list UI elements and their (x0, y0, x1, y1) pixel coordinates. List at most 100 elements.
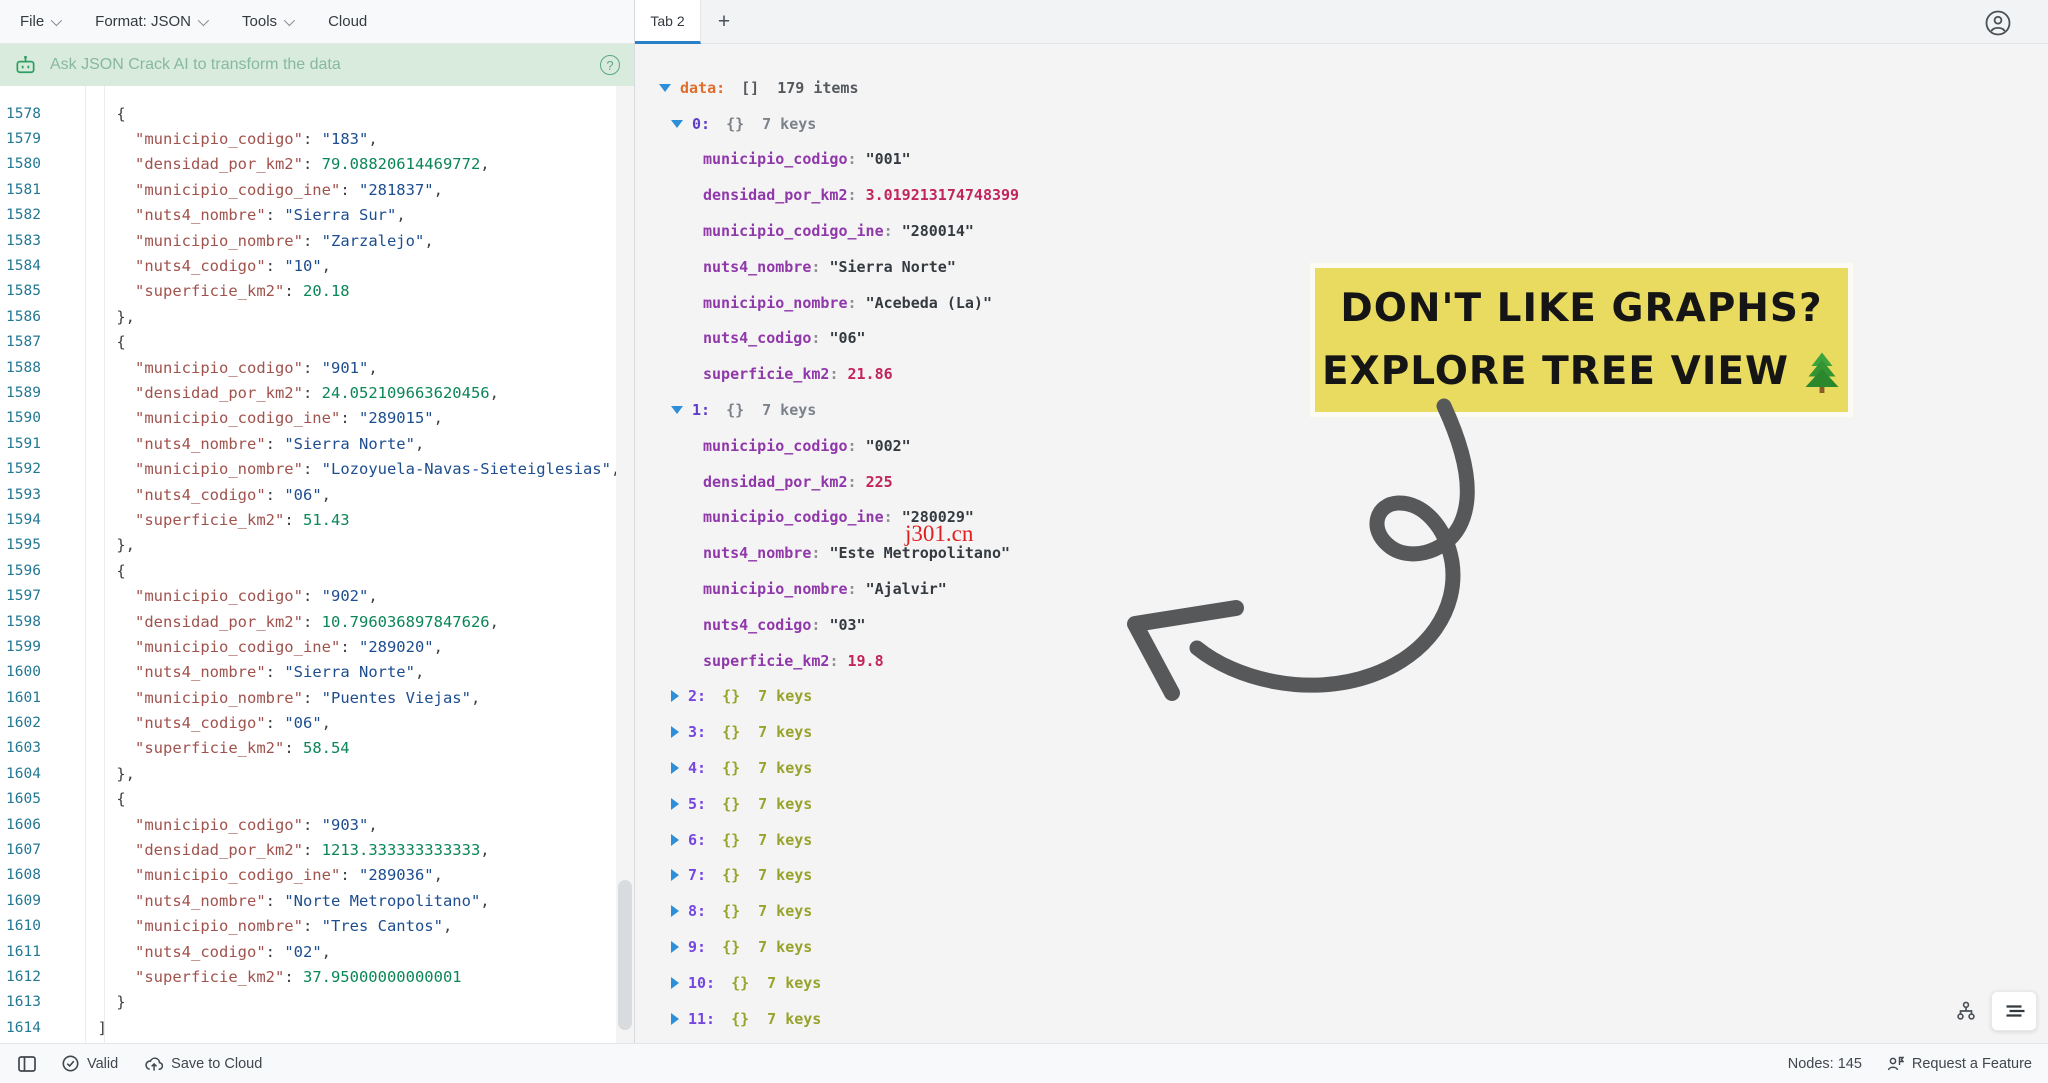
editor-line[interactable]: 1587 { (0, 330, 634, 355)
tree-field-value: "03" (829, 615, 866, 634)
profile-button[interactable] (1984, 9, 2012, 37)
chevron-right-icon[interactable] (671, 976, 679, 989)
chevron-right-icon[interactable] (671, 762, 679, 775)
line-number: 1584 (6, 258, 41, 275)
editor-line[interactable]: 1580 "densidad_por_km2": 79.088206144697… (0, 152, 634, 177)
tree-node-row[interactable]: 8: {} 7 keys (635, 893, 2048, 929)
add-tab-button[interactable]: + (709, 6, 739, 38)
code-text: "municipio_nombre": "Zarzalejo", (135, 231, 434, 250)
editor-line[interactable]: 1595 }, (0, 533, 634, 558)
tree-node-count: 179 items (777, 78, 859, 97)
editor-line[interactable]: 1601 "municipio_nombre": "Puentes Viejas… (0, 685, 634, 710)
chevron-right-icon[interactable] (671, 869, 679, 882)
request-feature-button[interactable]: Request a Feature (1886, 1055, 2032, 1072)
menu-item-cloud[interactable]: Cloud (328, 13, 367, 30)
tree-field-row[interactable]: municipio_codigo_ine: "280029" (635, 500, 2048, 536)
chevron-down-icon[interactable] (659, 83, 671, 92)
ai-banner[interactable]: Ask JSON Crack AI to transform the data … (0, 44, 634, 86)
tree-node-row[interactable]: 6: {} 7 keys (635, 822, 2048, 858)
editor-line[interactable]: 1586 }, (0, 304, 634, 329)
menu-item-format-json[interactable]: Format: JSON (95, 13, 210, 30)
editor-line[interactable]: 1598 "densidad_por_km2": 10.796036897847… (0, 609, 634, 634)
tree-node-count: 7 keys (762, 401, 817, 420)
chevron-right-icon[interactable] (671, 690, 679, 703)
tree-node-row[interactable]: 4: {} 7 keys (635, 750, 2048, 786)
editor-line[interactable]: 1594 "superficie_km2": 51.43 (0, 507, 634, 532)
editor-line[interactable]: 1603 "superficie_km2": 58.54 (0, 736, 634, 761)
editor-line[interactable]: 1583 "municipio_nombre": "Zarzalejo", (0, 228, 634, 253)
tree-field-row[interactable]: superficie_km2: 19.8 (635, 643, 2048, 679)
chevron-right-icon[interactable] (671, 833, 679, 846)
chevron-right-icon[interactable] (671, 797, 679, 810)
editor-line[interactable]: 1584 "nuts4_codigo": "10", (0, 253, 634, 278)
editor-line[interactable]: 1611 "nuts4_codigo": "02", (0, 939, 634, 964)
editor-line[interactable]: 1591 "nuts4_nombre": "Sierra Norte", (0, 431, 634, 456)
chevron-down-icon[interactable] (671, 406, 683, 415)
tree-node-row[interactable]: 0: {} 7 keys (635, 106, 2048, 142)
editor-line[interactable]: 1608 "municipio_codigo_ine": "289036", (0, 863, 634, 888)
editor-line[interactable]: 1612 "superficie_km2": 37.95000000000001 (0, 964, 634, 989)
tab-active[interactable]: Tab 2 (635, 0, 701, 44)
chevron-down-icon[interactable] (671, 119, 683, 128)
tree-field-row[interactable]: nuts4_codigo: "03" (635, 607, 2048, 643)
editor-line[interactable]: 1597 "municipio_codigo": "902", (0, 583, 634, 608)
editor-line[interactable]: 1593 "nuts4_codigo": "06", (0, 482, 634, 507)
tree-node-badge: {} (722, 687, 741, 706)
tree-node-row[interactable]: 11: {} 7 keys (635, 1001, 2048, 1037)
list-view-icon (2006, 1005, 2025, 1017)
tree-field-row[interactable]: densidad_por_km2: 3.019213174748399 (635, 177, 2048, 213)
editor-line[interactable]: 1599 "municipio_codigo_ine": "289020", (0, 634, 634, 659)
tree-node-row[interactable]: data: [] 179 items (635, 70, 2048, 106)
editor-line[interactable]: 1604 }, (0, 761, 634, 786)
help-icon[interactable]: ? (600, 55, 620, 75)
tree-node-row[interactable]: 10: {} 7 keys (635, 965, 2048, 1001)
chevron-right-icon[interactable] (671, 1012, 679, 1025)
tree-field-row[interactable]: municipio_nombre: "Ajalvir" (635, 571, 2048, 607)
toggle-sidebar-icon[interactable] (18, 1055, 36, 1072)
editor-line[interactable]: 1589 "densidad_por_km2": 24.052109663620… (0, 380, 634, 405)
tree-node-row[interactable]: 5: {} 7 keys (635, 786, 2048, 822)
editor-line[interactable]: 1596 { (0, 558, 634, 583)
save-to-cloud-button[interactable]: Save to Cloud (144, 1056, 262, 1072)
tree-field-key: municipio_nombre (703, 293, 848, 312)
editor-line[interactable]: 1590 "municipio_codigo_ine": "289015", (0, 406, 634, 431)
editor-line[interactable]: 1606 "municipio_codigo": "903", (0, 812, 634, 837)
editor-line[interactable]: 1578 { (0, 101, 634, 126)
editor-line[interactable]: 1602 "nuts4_codigo": "06", (0, 710, 634, 735)
chevron-right-icon[interactable] (671, 941, 679, 954)
tree-node-row[interactable]: 7: {} 7 keys (635, 858, 2048, 894)
graph-view-button[interactable] (1949, 994, 1983, 1028)
menu-item-file[interactable]: File (20, 13, 63, 30)
menu-item-tools[interactable]: Tools (242, 13, 296, 30)
editor-line[interactable]: 1609 "nuts4_nombre": "Norte Metropolitan… (0, 888, 634, 913)
tree-field-colon: : (811, 544, 830, 563)
editor-line[interactable]: 1588 "municipio_codigo": "901", (0, 355, 634, 380)
chevron-right-icon[interactable] (671, 726, 679, 739)
tree-view: data: [] 179 items 0: {} 7 keys municipio_codi… (635, 44, 2048, 1043)
editor-line[interactable]: 1605 { (0, 787, 634, 812)
tree-field-row[interactable]: municipio_codigo_ine: "280014" (635, 213, 2048, 249)
editor-line[interactable]: 1613 } (0, 990, 634, 1015)
tree-field-row[interactable]: densidad_por_km2: 225 (635, 464, 2048, 500)
tree-field-value: 225 (865, 472, 893, 491)
editor-line[interactable]: 1582 "nuts4_nombre": "Sierra Sur", (0, 203, 634, 228)
editor-line[interactable]: 1585 "superficie_km2": 20.18 (0, 279, 634, 304)
editor-scrollbar-thumb[interactable] (618, 880, 632, 1030)
tree-field-row[interactable]: municipio_codigo: "001" (635, 142, 2048, 178)
editor-line[interactable]: 1600 "nuts4_nombre": "Sierra Norte", (0, 660, 634, 685)
tree-node-row[interactable]: 3: {} 7 keys (635, 714, 2048, 750)
editor-line[interactable]: 1592 "municipio_nombre": "Lozoyuela-Nava… (0, 456, 634, 481)
tree-node-row[interactable]: 2: {} 7 keys (635, 679, 2048, 715)
editor-line[interactable]: 1581 "municipio_codigo_ine": "281837", (0, 177, 634, 202)
editor-line[interactable]: 1579 "municipio_codigo": "183", (0, 126, 634, 151)
editor-line[interactable]: 1610 "municipio_nombre": "Tres Cantos", (0, 914, 634, 939)
code-text: { (79, 561, 126, 580)
editor-line[interactable]: 1614 ] (0, 1015, 634, 1040)
editor-line[interactable]: 1607 "densidad_por_km2": 1213.3333333333… (0, 837, 634, 862)
json-editor[interactable]: 1578 {1579 "municipio_codigo": "183", 158… (0, 86, 634, 1043)
tree-field-row[interactable]: municipio_codigo: "002" (635, 428, 2048, 464)
chevron-right-icon[interactable] (671, 905, 679, 918)
tree-field-row[interactable]: nuts4_nombre: "Este Metropolitano" (635, 535, 2048, 571)
tree-view-button[interactable] (1991, 991, 2037, 1031)
tree-node-row[interactable]: 9: {} 7 keys (635, 929, 2048, 965)
